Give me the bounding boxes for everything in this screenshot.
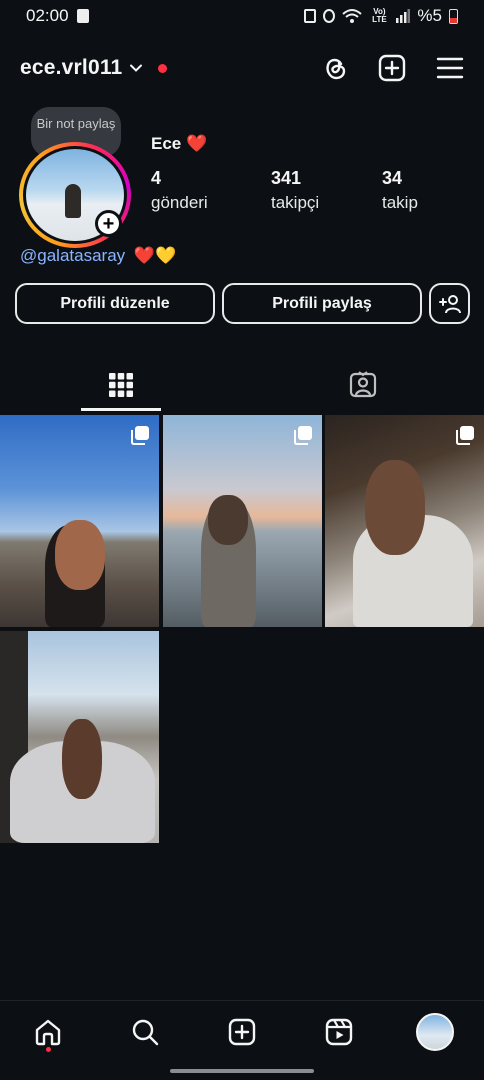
- add-person-icon: [438, 294, 461, 313]
- stat-followers[interactable]: 341 takipçi: [271, 168, 319, 213]
- stat-following-label: takip: [382, 193, 418, 212]
- post-thumbnail[interactable]: [0, 415, 159, 627]
- nav-reels[interactable]: [322, 1015, 356, 1049]
- tagged-person-icon: [349, 371, 377, 398]
- status-time: 02:00: [26, 6, 69, 25]
- grid-icon: [109, 373, 133, 397]
- profile-tabs: [0, 358, 484, 412]
- status-left: 02:00: [26, 6, 89, 26]
- post-thumbnail[interactable]: [325, 415, 484, 627]
- gesture-bar[interactable]: [170, 1069, 314, 1073]
- bio-heart-yellow: 💛: [155, 246, 177, 265]
- carousel-icon: [294, 426, 312, 445]
- stat-followers-label: takipçi: [271, 193, 320, 212]
- post-thumbnail[interactable]: [0, 631, 159, 843]
- create-icon: [228, 1018, 256, 1046]
- avatar-person-shape: [65, 183, 82, 218]
- home-notification-dot: [46, 1047, 51, 1052]
- carousel-icon: [131, 426, 149, 445]
- username: ece.vrl011: [20, 56, 123, 79]
- create-icon[interactable]: [378, 54, 406, 82]
- shield-icon: [304, 9, 317, 23]
- menu-icon[interactable]: [436, 56, 464, 80]
- stat-following[interactable]: 34 takip: [382, 168, 418, 213]
- search-icon: [132, 1019, 159, 1046]
- alarm-icon: [323, 9, 336, 23]
- bottom-nav: [0, 1000, 484, 1080]
- battery-icon: [449, 8, 458, 24]
- add-story-button[interactable]: +: [95, 210, 122, 237]
- edit-profile-button[interactable]: Profili düzenle: [15, 283, 215, 324]
- nav-create[interactable]: [225, 1015, 259, 1049]
- share-profile-button[interactable]: Profili paylaş: [222, 283, 422, 324]
- home-icon: [35, 1019, 61, 1046]
- threads-icon[interactable]: [322, 54, 348, 82]
- bio: @galatasaray ❤️💛: [20, 246, 176, 266]
- nav-search[interactable]: [128, 1015, 162, 1049]
- account-switcher[interactable]: ece.vrl011: [20, 56, 168, 80]
- status-right: Vo) LTE %5: [304, 6, 458, 26]
- signal-icon: [396, 9, 411, 23]
- wifi-icon: [342, 9, 363, 23]
- notification-dot: [158, 63, 168, 73]
- carousel-icon: [456, 426, 474, 445]
- post-hair: [55, 520, 105, 590]
- stat-following-value: 34: [382, 168, 403, 188]
- tab-tagged[interactable]: [242, 358, 484, 412]
- volte-label: Vo) LTE: [372, 7, 387, 24]
- nav-profile-avatar[interactable]: [416, 1013, 454, 1051]
- notification-icon: [76, 9, 89, 23]
- discover-people-button[interactable]: [429, 283, 470, 324]
- post-hair: [208, 495, 248, 545]
- tab-grid[interactable]: [0, 358, 242, 412]
- chevron-down-icon: [130, 64, 143, 72]
- stat-posts[interactable]: 4 gönderi: [151, 168, 208, 213]
- reels-icon: [325, 1018, 353, 1046]
- stat-followers-value: 341: [271, 168, 302, 188]
- stat-posts-label: gönderi: [151, 193, 208, 212]
- bio-mention-link[interactable]: @galatasaray: [20, 246, 125, 265]
- profile-header: ece.vrl011: [0, 46, 484, 90]
- stat-posts-value: 4: [151, 168, 162, 188]
- nav-home[interactable]: [31, 1015, 65, 1049]
- header-actions: [322, 54, 464, 82]
- battery-percent: %5: [417, 6, 442, 25]
- post-hair: [62, 719, 102, 799]
- bio-heart-red: ❤️: [133, 246, 156, 265]
- active-tab-indicator: [81, 408, 161, 411]
- display-name: Ece ❤️: [151, 134, 208, 153]
- post-hair: [365, 460, 425, 555]
- status-bar: 02:00 Vo) LTE %5: [0, 0, 484, 32]
- post-thumbnail[interactable]: [163, 415, 322, 627]
